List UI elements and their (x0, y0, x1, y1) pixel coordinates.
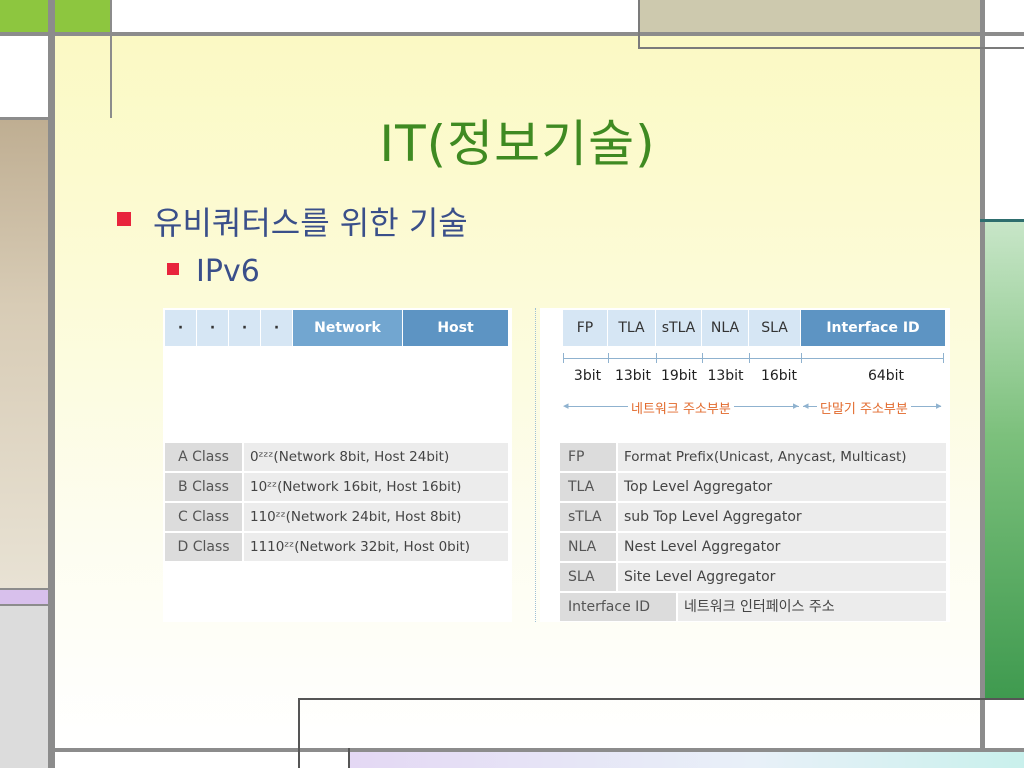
ruler-tick (702, 353, 703, 363)
abbr-description: Nest Level Aggregator (618, 533, 946, 561)
frame-line (298, 698, 982, 700)
class-description: 1110ᶻᶻ(Network 32bit, Host 0bit) (244, 533, 508, 561)
table-row: TLA Top Level Aggregator (560, 473, 946, 501)
abbr-description: Format Prefix(Unicast, Anycast, Multicas… (618, 443, 946, 471)
field-sla: SLA (749, 310, 801, 346)
header-host-cell: Host (403, 310, 508, 346)
frame-line (980, 0, 985, 752)
field-nla: NLA (702, 310, 749, 346)
header-network-cell: Network (293, 310, 403, 346)
table-row: NLA Nest Level Aggregator (560, 533, 946, 561)
table-row: A Class 0ᶻᶻᶻ(Network 8bit, Host 24bit) (165, 443, 508, 471)
class-name: C Class (165, 503, 244, 531)
ipv4-address-header: · · · · Network Host (165, 310, 508, 346)
abbr-description: 네트워크 인터페이스 주소 (678, 593, 946, 621)
bullet-marker (117, 212, 131, 226)
bullet-marker (167, 263, 179, 275)
top-left-green-block (0, 0, 110, 32)
header-dot-cell: · (229, 310, 261, 346)
field-stla: sTLA (656, 310, 702, 346)
bit-label: 16bit (760, 368, 798, 384)
class-name: B Class (165, 473, 244, 501)
right-green-strip (985, 222, 1024, 698)
bit-label: 13bit (707, 368, 744, 384)
class-name: D Class (165, 533, 244, 561)
ruler-tick (608, 353, 609, 363)
left-lavender-strip (0, 590, 48, 604)
ruler-tick (943, 353, 944, 363)
left-grey-strip (0, 606, 48, 768)
arrow-left-icon: ◂ (803, 399, 809, 412)
arrow-right-icon: ▸ (793, 399, 799, 412)
bit-label: 19bit (660, 368, 698, 384)
frame-line (0, 32, 1024, 36)
bottom-lavender-strip (350, 752, 1024, 768)
ruler-tick (749, 353, 750, 363)
table-row: B Class 10ᶻᶻ(Network 16bit, Host 16bit) (165, 473, 508, 501)
abbr-key: SLA (560, 563, 618, 591)
header-dot-cell: · (261, 310, 293, 346)
class-name: A Class (165, 443, 244, 471)
table-row: C Class 110ᶻᶻ(Network 24bit, Host 8bit) (165, 503, 508, 531)
bit-label: 13bit (614, 368, 652, 384)
frame-line (0, 117, 55, 120)
ipv6-address-header: FP TLA sTLA NLA SLA Interface ID (563, 310, 945, 346)
field-interface-id: Interface ID (801, 310, 945, 346)
ruler-tick (801, 353, 802, 363)
frame-line (110, 0, 112, 118)
frame-line (980, 219, 1024, 222)
terminal-part-label: 단말기 주소부분 (817, 398, 911, 417)
ruler-tick (563, 353, 564, 363)
frame-line (348, 748, 350, 768)
arrow-right-icon: ▸ (936, 399, 942, 412)
frame-line (55, 748, 1024, 752)
ipv6-abbreviation-table: FP Format Prefix(Unicast, Anycast, Multi… (560, 443, 946, 623)
abbr-description: Top Level Aggregator (618, 473, 946, 501)
ipv4-class-table: A Class 0ᶻᶻᶻ(Network 8bit, Host 24bit) B… (165, 443, 508, 563)
frame-line (638, 0, 640, 49)
left-tan-strip (0, 120, 48, 588)
table-row: sTLA sub Top Level Aggregator (560, 503, 946, 531)
ruler-tick (656, 353, 657, 363)
frame-line (0, 604, 55, 606)
slide-title: IT(정보기술) (379, 115, 656, 173)
bullet-text-ubiquitous: 유비쿼터스를 위한 기술 (153, 204, 468, 242)
field-tla: TLA (608, 310, 656, 346)
table-row: SLA Site Level Aggregator (560, 563, 946, 591)
bullet-text-ipv6: IPv6 (196, 254, 260, 289)
abbr-key: TLA (560, 473, 618, 501)
abbr-description: sub Top Level Aggregator (618, 503, 946, 531)
abbr-key: FP (560, 443, 618, 471)
abbr-description: Site Level Aggregator (618, 563, 946, 591)
table-row: Interface ID 네트워크 인터페이스 주소 (560, 593, 946, 621)
table-row: D Class 1110ᶻᶻ(Network 32bit, Host 0bit) (165, 533, 508, 561)
abbr-key: NLA (560, 533, 618, 561)
header-dot-cell: · (165, 310, 197, 346)
ruler-line (563, 358, 943, 359)
class-description: 10ᶻᶻ(Network 16bit, Host 16bit) (244, 473, 508, 501)
frame-line (980, 698, 1024, 700)
class-description: 110ᶻᶻ(Network 24bit, Host 8bit) (244, 503, 508, 531)
top-right-khaki-block (640, 0, 980, 32)
header-dot-cell: · (197, 310, 229, 346)
ipv6-bit-ruler: 3bit 13bit 19bit 13bit 16bit 64bit ◂ ▸ 네… (563, 348, 945, 418)
bit-label: 64bit (867, 368, 905, 384)
abbr-key: Interface ID (560, 593, 678, 621)
arrow-left-icon: ◂ (563, 399, 569, 412)
frame-line (0, 588, 55, 590)
figure-divider (535, 308, 536, 622)
network-part-label: 네트워크 주소부분 (628, 398, 734, 417)
frame-line (48, 0, 55, 768)
abbr-key: sTLA (560, 503, 618, 531)
table-row: FP Format Prefix(Unicast, Anycast, Multi… (560, 443, 946, 471)
class-description: 0ᶻᶻᶻ(Network 8bit, Host 24bit) (244, 443, 508, 471)
frame-line (640, 47, 1024, 49)
bit-label: 3bit (573, 368, 602, 384)
frame-line (298, 698, 300, 768)
field-fp: FP (563, 310, 608, 346)
